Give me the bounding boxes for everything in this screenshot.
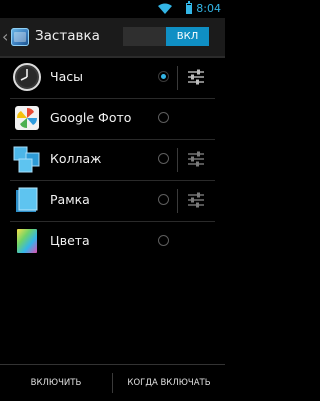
collage-icon bbox=[13, 146, 40, 173]
start-now-button[interactable]: ВКЛЮЧИТЬ bbox=[0, 365, 112, 401]
bottom-button-bar: ВКЛЮЧИТЬ КОГДА ВКЛЮЧАТЬ bbox=[0, 364, 225, 401]
divider bbox=[177, 148, 178, 172]
list-item-label: Коллаж bbox=[50, 151, 102, 166]
list-item-label: Рамка bbox=[50, 192, 90, 207]
daydream-toggle[interactable]: ВКЛ bbox=[123, 27, 209, 46]
list-item-frame[interactable]: Рамка bbox=[10, 181, 215, 222]
radio-button[interactable] bbox=[158, 194, 169, 205]
clock-icon bbox=[13, 63, 41, 91]
list-item-label: Google Фото bbox=[50, 110, 132, 125]
colors-icon bbox=[17, 229, 37, 253]
list-item-clock[interactable]: Часы bbox=[10, 58, 215, 99]
radio-button[interactable] bbox=[158, 153, 169, 164]
radio-button[interactable] bbox=[158, 112, 169, 123]
chevron-left-icon[interactable]: ‹ bbox=[2, 27, 8, 46]
divider bbox=[177, 66, 178, 90]
page-title: Заставка bbox=[35, 28, 100, 44]
list-item-label: Цвета bbox=[50, 233, 90, 248]
status-bar: 8:04 bbox=[0, 0, 225, 18]
settings-sliders-icon[interactable] bbox=[187, 191, 205, 209]
frame-icon bbox=[16, 187, 38, 212]
wifi-icon bbox=[158, 3, 172, 14]
settings-sliders-icon[interactable] bbox=[187, 150, 205, 168]
daydream-app-icon[interactable] bbox=[11, 28, 29, 46]
action-bar: ‹ Заставка ВКЛ bbox=[0, 18, 225, 58]
settings-sliders-icon[interactable] bbox=[187, 68, 205, 86]
list-item-colors[interactable]: Цвета bbox=[10, 222, 215, 263]
divider bbox=[177, 189, 178, 213]
list-item-google-photos[interactable]: Google Фото bbox=[10, 99, 215, 140]
radio-button[interactable] bbox=[158, 235, 169, 246]
google-photos-icon bbox=[15, 106, 39, 130]
list-item-label: Часы bbox=[50, 69, 83, 84]
list-item-collage[interactable]: Коллаж bbox=[10, 140, 215, 181]
when-to-start-button[interactable]: КОГДА ВКЛЮЧАТЬ bbox=[113, 365, 225, 401]
radio-button[interactable] bbox=[158, 71, 169, 82]
toggle-on-label: ВКЛ bbox=[166, 27, 209, 46]
status-clock: 8:04 bbox=[196, 2, 221, 15]
battery-icon bbox=[186, 1, 192, 14]
